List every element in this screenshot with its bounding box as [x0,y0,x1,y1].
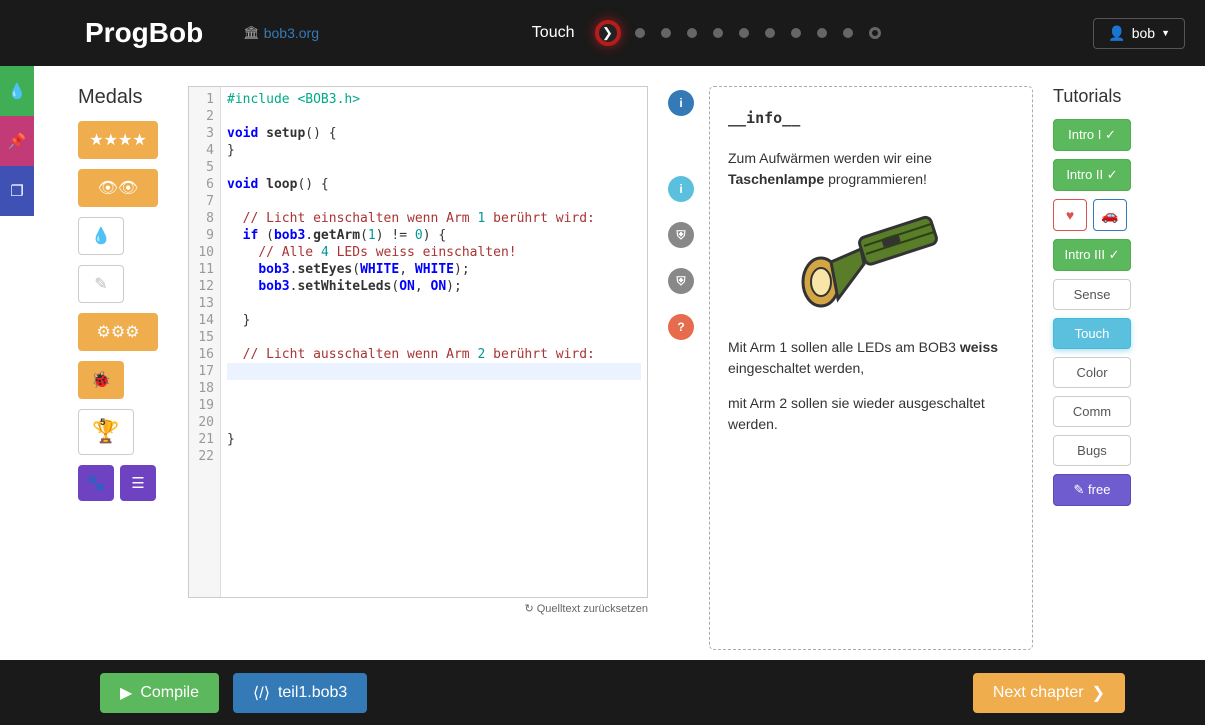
info-box: __info__ Zum Aufwärmen werden wir eine T… [709,86,1033,650]
org-link[interactable]: 🏛 bob3.org [243,25,319,41]
medal-drop-locked[interactable]: 💧 [78,217,124,255]
tutorial-free[interactable]: ✎ free [1053,474,1131,506]
medal-trophy[interactable]: 🏆5 [78,409,134,455]
trophy-icon: 🏆5 [92,419,119,445]
tutorial-heart[interactable]: ♥ [1053,199,1087,231]
step-dot[interactable] [843,28,853,38]
medal-stars[interactable]: ★★★★ [78,121,158,159]
tutorial-intro2[interactable]: Intro II ✓ [1053,159,1131,191]
user-icon: 👤 [1108,25,1125,42]
tutorial-touch-active[interactable]: Touch [1053,318,1131,349]
shield-icon[interactable]: ⛨ [668,222,694,248]
info-heading: __info__ [728,107,1014,130]
tutorial-intro3[interactable]: Intro III ✓ [1053,239,1131,271]
medals-title: Medals [78,86,168,109]
info-paragraph-2: Mit Arm 1 sollen alle LEDs am BOB3 weiss… [728,337,1014,379]
step-dot[interactable] [713,28,723,38]
tutorial-bugs[interactable]: Bugs [1053,435,1131,466]
step-dot[interactable] [739,28,749,38]
progress-track: Touch ❯ [532,20,881,46]
help-icon[interactable]: ? [668,314,694,340]
user-menu[interactable]: 👤 bob ▼ [1093,18,1185,49]
medal-menu[interactable]: ☰ [120,465,156,501]
step-dot-final[interactable] [869,27,881,39]
step-dot[interactable] [817,28,827,38]
chevron-right-icon: ❯ [602,25,613,41]
step-dot[interactable] [635,28,645,38]
file-button[interactable]: ⟨/⟩ teil1.bob3 [233,673,367,713]
tutorials-title: Tutorials [1053,86,1131,107]
user-name: bob [1132,25,1155,41]
medal-eyes[interactable]: 👁👁 [78,169,158,207]
tutorial-car[interactable]: 🚗 [1093,199,1127,231]
file-name: teil1.bob3 [278,684,347,702]
play-icon: ▶ [120,683,132,703]
step-dot[interactable] [765,28,775,38]
main-area: Medals ★★★★ 👁👁 💧 ✎ ⚙⚙⚙ 🐞 🏆5 🐾 ☰ 12345678… [0,66,1205,660]
info-icon[interactable]: i [668,90,694,116]
code-editor[interactable]: 12345678910111213141516171819202122 #inc… [188,86,648,598]
info-icon-rail: i i ⛨ ⛨ ? [668,86,694,650]
caret-down-icon: ▼ [1161,28,1170,38]
next-chapter-button[interactable]: Next chapter ❯ [973,673,1125,713]
info-paragraph-3: mit Arm 2 sollen sie wieder ausgeschalte… [728,393,1014,435]
medals-panel: Medals ★★★★ 👁👁 💧 ✎ ⚙⚙⚙ 🐞 🏆5 🐾 ☰ [78,86,168,650]
step-dot[interactable] [661,28,671,38]
code-content[interactable]: #include <BOB3.h> void setup() { } void … [221,87,647,597]
info-paragraph-1: Zum Aufwärmen werden wir eine Taschenlam… [728,148,1014,190]
hint-icon[interactable]: i [668,176,694,202]
next-label: Next chapter [993,684,1084,702]
trophy-number: 5 [100,417,105,427]
file-code-icon: ⟨/⟩ [253,683,270,703]
tutorial-sense[interactable]: Sense [1053,279,1131,310]
compile-button[interactable]: ▶ Compile [100,673,219,713]
top-bar: ProgBob 🏛 bob3.org Touch ❯ 👤 bob ▼ [0,0,1205,66]
shield-icon-2[interactable]: ⛨ [668,268,694,294]
chevron-right-icon: ❯ [1092,683,1105,703]
progress-label: Touch [532,24,575,42]
step-dot[interactable] [687,28,697,38]
step-dot[interactable] [791,28,801,38]
tutorial-comm[interactable]: Comm [1053,396,1131,427]
brand-logo: ProgBob [85,17,203,49]
bank-icon: 🏛 [243,25,260,41]
compile-label: Compile [140,684,199,702]
reset-source-link[interactable]: ↻ Quelltext zurücksetzen [188,602,648,615]
medal-bug[interactable]: 🐞 [78,361,124,399]
line-gutter: 12345678910111213141516171819202122 [189,87,221,597]
medal-wand-locked[interactable]: ✎ [78,265,124,303]
tutorials-panel: Tutorials Intro I ✓ Intro II ✓ ♥ 🚗 Intro… [1053,86,1131,650]
tutorial-color[interactable]: Color [1053,357,1131,388]
medal-paw[interactable]: 🐾 [78,465,114,501]
org-link-text: bob3.org [264,25,319,41]
info-panel: i i ⛨ ⛨ ? __info__ Zum Aufwärmen werden … [668,86,1033,650]
flashlight-image [786,204,956,319]
current-step-marker[interactable]: ❯ [595,20,621,46]
editor-panel: 12345678910111213141516171819202122 #inc… [188,86,648,650]
bottom-bar: ▶ Compile ⟨/⟩ teil1.bob3 Next chapter ❯ [0,660,1205,725]
medal-gears[interactable]: ⚙⚙⚙ [78,313,158,351]
tutorial-intro1[interactable]: Intro I ✓ [1053,119,1131,151]
